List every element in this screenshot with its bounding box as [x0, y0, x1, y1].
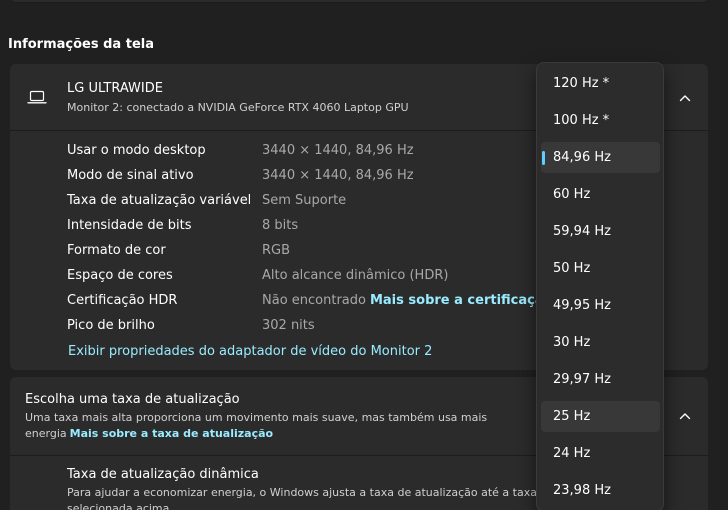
property-value-with-link: Não encontrado Mais sobre a certificação … — [262, 293, 568, 308]
option-label: 100 Hz * — [553, 113, 610, 128]
option-label: 60 Hz — [553, 187, 591, 202]
refresh-rate-option[interactable]: 49,95 Hz — [541, 290, 660, 321]
refresh-rate-option[interactable]: 100 Hz * — [541, 105, 660, 136]
property-value: 8 bits — [262, 218, 299, 233]
chevron-up-icon — [679, 413, 691, 420]
previous-settings-card — [10, 0, 708, 3]
refresh-rate-description: Uma taxa mais alta proporciona um movime… — [25, 410, 495, 442]
laptop-icon — [27, 90, 47, 104]
property-label: Certificação HDR — [67, 293, 178, 308]
property-value: 3440 × 1440, 84,96 Hz — [262, 168, 414, 183]
property-label: Formato de cor — [67, 243, 166, 258]
option-label: 84,96 Hz — [553, 150, 611, 165]
refresh-rate-dropdown[interactable]: 120 Hz * 100 Hz * 84,96 Hz 60 Hz 59,94 H… — [536, 62, 664, 510]
refresh-rate-option[interactable]: 29,97 Hz — [541, 364, 660, 395]
property-value: RGB — [262, 243, 291, 258]
chevron-up-icon — [679, 95, 691, 102]
property-value: 3440 × 1440, 84,96 Hz — [262, 143, 414, 158]
adapter-properties-link[interactable]: Exibir propriedades do adaptador de víde… — [68, 344, 432, 359]
option-label: 24 Hz — [553, 446, 591, 461]
option-label: 23,98 Hz — [553, 483, 611, 498]
refresh-rate-option[interactable]: 120 Hz * — [541, 68, 660, 99]
property-label: Usar o modo desktop — [67, 143, 206, 158]
dynamic-refresh-description: Para ajudar a economizar energia, o Wind… — [67, 486, 537, 510]
refresh-rate-option[interactable]: 24 Hz — [541, 438, 660, 469]
refresh-rate-option[interactable]: 59,94 Hz — [541, 216, 660, 247]
collapse-monitor-info-button[interactable] — [675, 88, 695, 108]
section-heading: Informações da tela — [8, 37, 154, 52]
property-value: 302 nits — [262, 318, 315, 333]
option-label: 120 Hz * — [553, 76, 610, 91]
option-label: 25 Hz — [553, 409, 591, 424]
refresh-rate-option[interactable]: 23,98 Hz — [541, 475, 660, 506]
property-label: Pico de brilho — [67, 318, 155, 333]
property-label: Intensidade de bits — [67, 218, 192, 233]
property-label: Modo de sinal ativo — [67, 168, 194, 183]
refresh-rate-info-link[interactable]: Mais sobre a taxa de atualização — [70, 427, 273, 440]
monitor-name: LG ULTRAWIDE — [67, 81, 163, 96]
monitor-connection-description: Monitor 2: conectado a NVIDIA GeForce RT… — [67, 101, 409, 114]
refresh-rate-title: Escolha uma taxa de atualização — [25, 392, 240, 407]
property-label: Espaço de cores — [67, 268, 173, 283]
option-label: 30 Hz — [553, 335, 591, 350]
property-value: Não encontrado — [262, 293, 366, 308]
option-label: 29,97 Hz — [553, 372, 611, 387]
collapse-refresh-rate-button[interactable] — [675, 406, 695, 426]
refresh-rate-option[interactable]: 30 Hz — [541, 327, 660, 358]
option-label: 49,95 Hz — [553, 298, 611, 313]
property-label: Taxa de atualização variável — [67, 193, 252, 208]
dynamic-refresh-title: Taxa de atualização dinâmica — [67, 467, 259, 482]
property-value: Alto alcance dinâmico (HDR) — [262, 268, 449, 283]
property-value: Sem Suporte — [262, 193, 347, 208]
refresh-rate-option[interactable]: 50 Hz — [541, 253, 660, 284]
refresh-rate-option[interactable]: 60 Hz — [541, 179, 660, 210]
refresh-rate-option-hovered[interactable]: 25 Hz — [541, 401, 660, 432]
option-label: 50 Hz — [553, 261, 591, 276]
option-label: 59,94 Hz — [553, 224, 611, 239]
selection-indicator — [542, 151, 545, 165]
refresh-rate-option-selected[interactable]: 84,96 Hz — [541, 142, 660, 173]
